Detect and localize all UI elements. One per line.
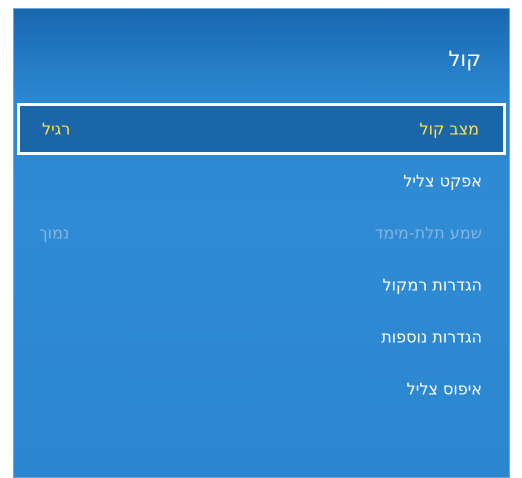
- menu-item-sound-effect[interactable]: אפקט צליל: [17, 155, 506, 207]
- menu-item-label: הגדרות רמקול: [382, 275, 482, 295]
- menu-item-value: נמוך: [39, 223, 70, 243]
- menu-item-label: מצב קול: [419, 119, 480, 139]
- menu-item-speaker-settings[interactable]: הגדרות רמקול: [17, 259, 506, 311]
- menu-title: קול: [448, 47, 481, 71]
- menu-item-label: אפקט צליל: [403, 171, 482, 191]
- menu-item-sound-mode[interactable]: מצב קול רגיל: [17, 103, 506, 155]
- menu-item-label: הגדרות נוספות: [381, 327, 482, 347]
- menu-item-reset-sound[interactable]: איפוס צליל: [17, 363, 506, 415]
- menu-item-additional-settings[interactable]: הגדרות נוספות: [17, 311, 506, 363]
- menu-item-label: שמע תלת-מימד: [374, 223, 482, 243]
- menu-item-value: רגיל: [42, 119, 71, 139]
- sound-menu-list: מצב קול רגיל אפקט צליל שמע תלת-מימד נמוך…: [14, 103, 509, 415]
- menu-item-3d-audio: שמע תלת-מימד נמוך: [17, 207, 506, 259]
- menu-item-label: איפוס צליל: [406, 379, 482, 399]
- sound-menu-panel: קול מצב קול רגיל אפקט צליל שמע תלת-מימד …: [13, 8, 510, 478]
